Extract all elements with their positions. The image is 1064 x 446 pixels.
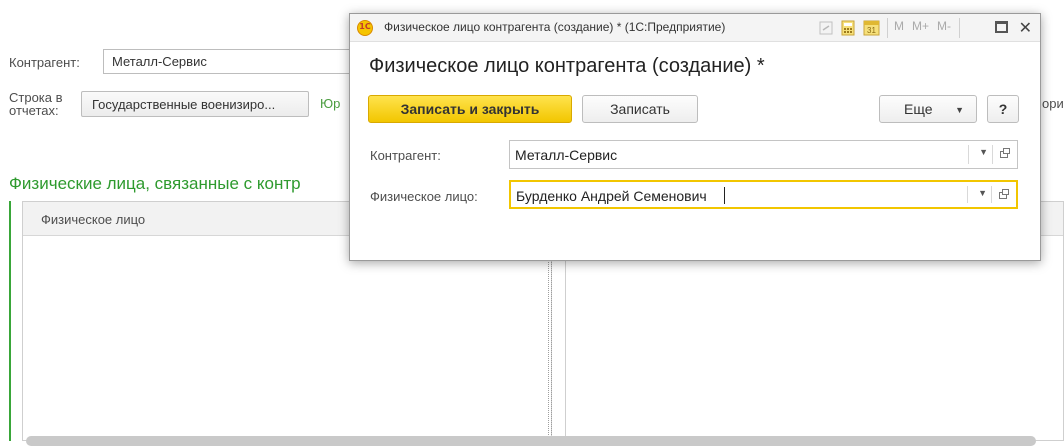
window-title: Физическое лицо контрагента (создание) *… (384, 20, 726, 34)
chevron-down-icon: ▼ (955, 105, 964, 115)
legal-link[interactable]: Юр (320, 96, 340, 111)
individual-field-value: Бурденко Андрей Семенович (516, 188, 707, 204)
counterparty-field[interactable]: Металл-Сервис ▼ (509, 140, 1018, 169)
individual-field-label: Физическое лицо: (370, 189, 478, 204)
report-row-label-line2: отчетах: (9, 103, 59, 118)
calculator-icon[interactable] (840, 20, 856, 36)
window-titlebar[interactable]: 1С Физическое лицо контрагента (создание… (350, 14, 1040, 42)
memory-minus-icon[interactable]: М- (937, 19, 951, 37)
calendar-icon[interactable]: 31 (863, 19, 880, 36)
svg-text:31: 31 (867, 26, 876, 35)
form-title: Физическое лицо контрагента (создание) * (369, 55, 765, 77)
horizontal-scrollbar[interactable] (26, 436, 1036, 446)
titlebar-separator (959, 18, 960, 38)
app-logo-icon: 1С (357, 20, 373, 36)
dropdown-arrow-icon[interactable]: ▼ (978, 188, 987, 198)
counterparty-field-value: Металл-Сервис (515, 147, 618, 163)
maximize-icon[interactable] (995, 21, 1008, 33)
memory-icon[interactable]: М (894, 19, 904, 37)
open-icon[interactable] (997, 187, 1011, 201)
report-row-label: Строка в отчетах: (9, 91, 63, 117)
individual-counterparty-dialog: 1С Физическое лицо контрагента (создание… (349, 13, 1041, 261)
right-fragment: ори (1042, 96, 1064, 111)
counterparty-label: Контрагент: (9, 55, 80, 70)
app-logo-text: 1С (359, 22, 371, 31)
close-icon[interactable]: ✕ (1019, 18, 1032, 38)
more-button-label: Еще (904, 101, 933, 117)
field-separator (968, 145, 969, 164)
dropdown-arrow-icon[interactable]: ▼ (979, 147, 988, 157)
counterparty-field-label: Контрагент: (370, 148, 441, 163)
splitter-dots-right[interactable] (551, 255, 552, 441)
group-accent-bar (9, 201, 11, 441)
more-button[interactable]: Еще ▼ (879, 95, 977, 123)
save-button[interactable]: Записать (582, 95, 698, 123)
field-separator (967, 186, 968, 203)
counterparty-field[interactable]: Металл-Сервис (103, 49, 363, 74)
help-button[interactable]: ? (987, 95, 1019, 123)
report-row-select[interactable]: Государственные военизиро... (81, 91, 309, 117)
field-separator (991, 186, 992, 203)
memory-plus-icon[interactable]: М+ (912, 19, 929, 37)
text-cursor (724, 187, 725, 204)
column-header-individual[interactable]: Физическое лицо (41, 212, 145, 227)
link-icon[interactable] (818, 20, 834, 36)
titlebar-separator (887, 18, 888, 38)
open-icon[interactable] (998, 146, 1012, 160)
splitter-dots-left[interactable] (548, 255, 549, 441)
group-title: Физические лица, связанные с контр (9, 174, 301, 193)
field-separator (992, 145, 993, 164)
individual-field[interactable]: Бурденко Андрей Семенович ▼ (509, 180, 1018, 209)
save-and-close-button[interactable]: Записать и закрыть (368, 95, 572, 123)
